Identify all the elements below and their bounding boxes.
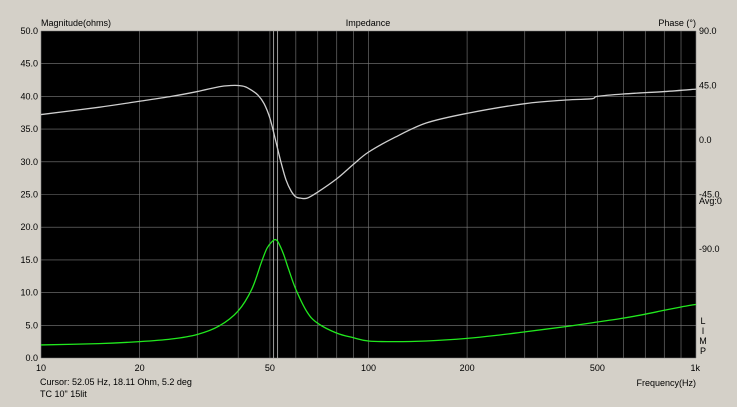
y-tick-label: 50.0: [20, 26, 38, 36]
chart-svg: 0.0 5.0 10.0 15.0 20.0 25.0 30.0 35.0 40.0 45.0 50…: [20, 18, 722, 388]
y2-tick-labels: 90.045.00.0-45.0-90.0: [699, 26, 720, 254]
x-tick-label: 500: [590, 363, 605, 373]
right-side-label-char: P: [699, 346, 706, 356]
y-tick-labels: 0.0 5.0 10.0 15.0 20.0 25.0 30.0 35.0 40.0 45.0 50…: [20, 26, 38, 363]
x-tick-label: 10: [36, 363, 46, 373]
cursor-readout: Cursor: 52.05 Hz, 18.11 Ohm, 5.2 deg: [40, 377, 192, 387]
x-tick-labels: 10 20 50 100 200 500 1k: [36, 363, 700, 373]
y2-axis-label: Phase (°): [658, 18, 696, 28]
y-tick-label: 25.0: [20, 190, 38, 200]
y2-tick-label: 45.0: [699, 81, 717, 91]
x-tick-label: 50: [265, 363, 275, 373]
y2-tick-label: -90.0: [699, 244, 720, 254]
y2-tick-label: 0.0: [699, 135, 712, 145]
y-tick-label: 20.0: [20, 222, 38, 232]
y-tick-label: 40.0: [20, 91, 38, 101]
y-tick-label: 35.0: [20, 124, 38, 134]
y2-tick-label: 90.0: [699, 26, 717, 36]
measurement-label: TC 10" 15lit: [40, 389, 87, 399]
x-tick-label: 20: [135, 363, 145, 373]
y-tick-label: 5.0: [25, 320, 38, 330]
impedance-chart: 0.0 5.0 10.0 15.0 20.0 25.0 30.0 35.0 40.0 45.0 50…: [0, 0, 737, 402]
right-side-label-char: M: [699, 336, 707, 346]
x-tick-label: 100: [361, 363, 376, 373]
chart-title: Impedance: [346, 18, 391, 28]
x-axis-label: Frequency(Hz): [636, 378, 696, 388]
y-tick-label: 15.0: [20, 255, 38, 265]
y-tick-label: 10.0: [20, 288, 38, 298]
y-tick-label: 45.0: [20, 59, 38, 69]
avg-label: Avg:0: [699, 196, 722, 206]
right-side-label-char: L: [700, 316, 706, 326]
y-tick-label: 30.0: [20, 157, 38, 167]
y-tick-label: 0.0: [25, 353, 38, 363]
right-side-label: LIMP: [699, 316, 707, 356]
right-side-label-char: I: [701, 326, 705, 336]
y-axis-label: Magnitude(ohms): [41, 18, 111, 28]
x-tick-label: 200: [460, 363, 475, 373]
x-tick-label: 1k: [690, 363, 700, 373]
